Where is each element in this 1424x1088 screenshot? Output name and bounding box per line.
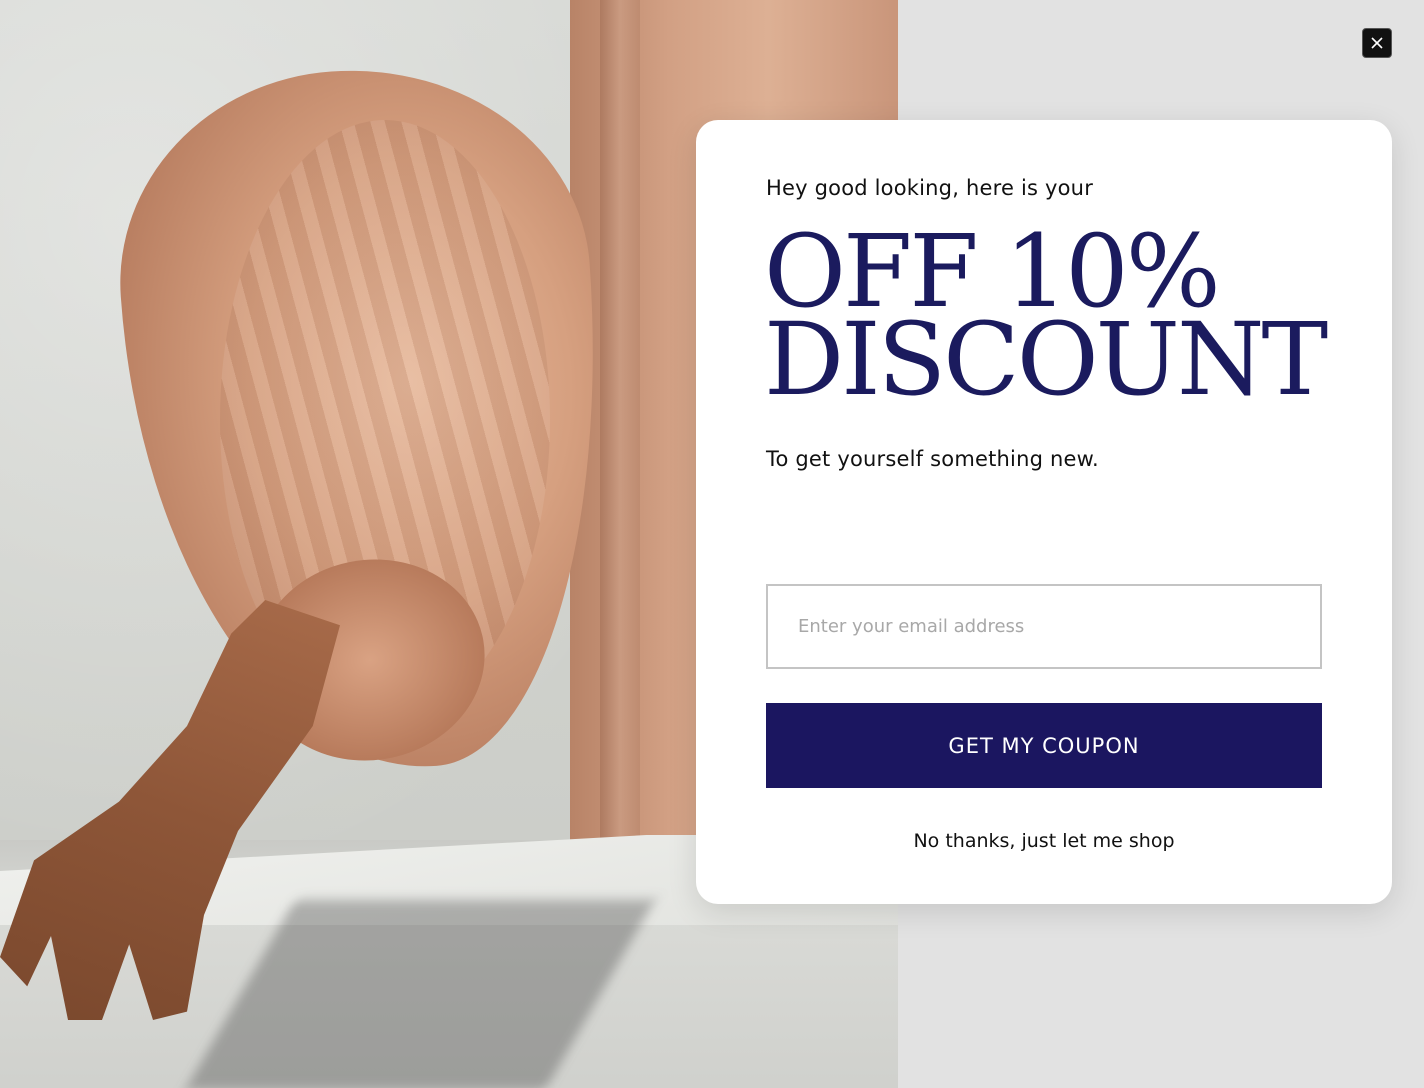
- close-icon: [1371, 37, 1383, 49]
- email-field[interactable]: [766, 584, 1322, 669]
- popup-headline: OFF 10% DISCOUNT: [764, 222, 1364, 418]
- decline-link[interactable]: No thanks, just let me shop: [766, 830, 1322, 852]
- close-button[interactable]: [1362, 28, 1392, 58]
- dress-fold: [600, 0, 640, 845]
- popup-eyebrow: Hey good looking, here is your: [766, 176, 1094, 200]
- headline-line-2: DISCOUNT: [764, 301, 1328, 418]
- discount-popup: Hey good looking, here is your OFF 10% D…: [696, 120, 1392, 904]
- popup-subtext: To get yourself something new.: [766, 447, 1099, 471]
- get-coupon-button[interactable]: GET MY COUPON: [766, 703, 1322, 788]
